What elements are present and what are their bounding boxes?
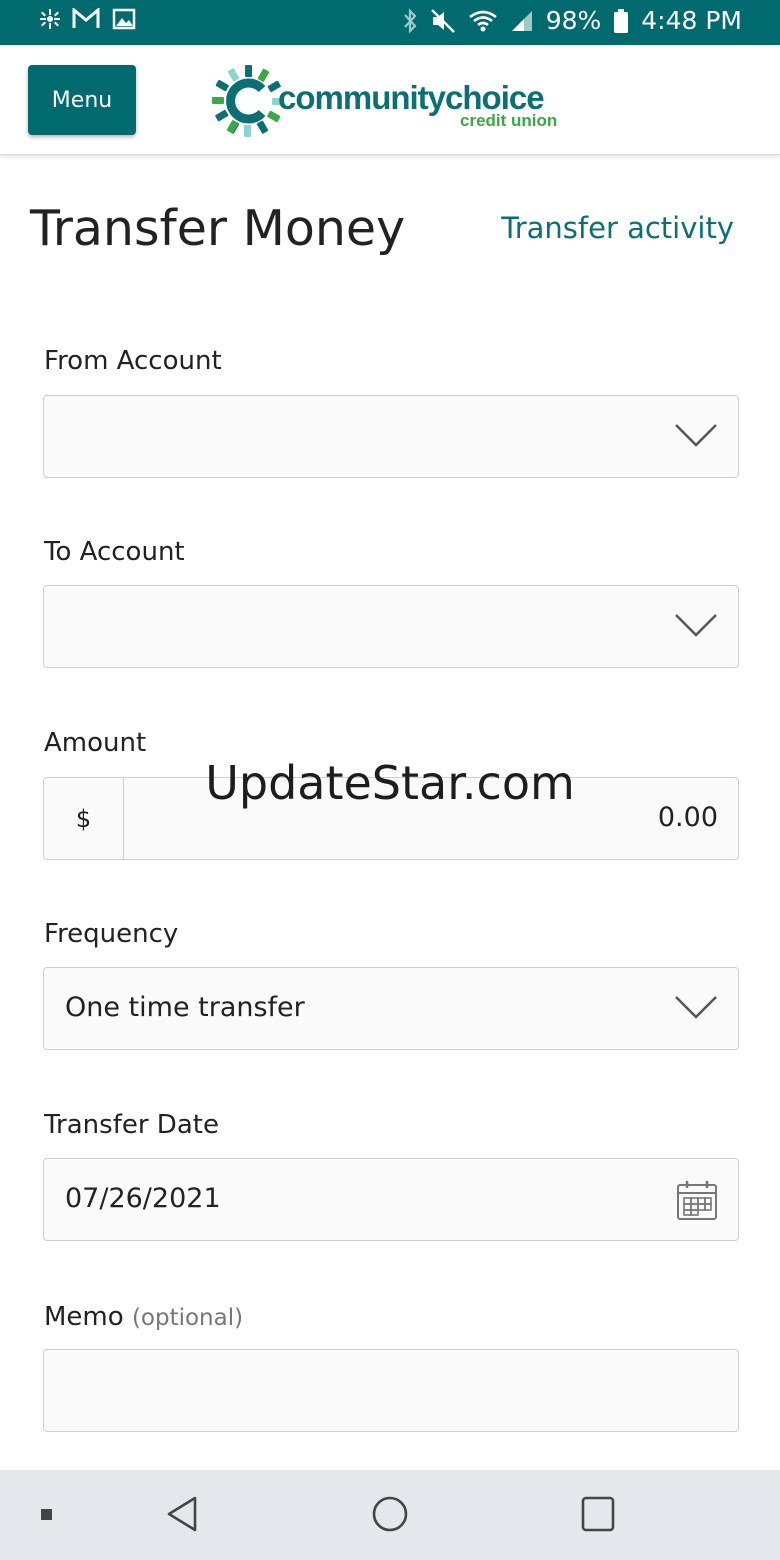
wifi-icon <box>468 9 498 33</box>
frequency-select[interactable]: One time transfer <box>43 967 739 1050</box>
recents-dot-icon[interactable] <box>40 1508 54 1522</box>
memo-input[interactable] <box>43 1349 739 1432</box>
pinwheel-icon <box>40 9 60 29</box>
menu-button[interactable]: Menu <box>28 65 136 135</box>
frequency-value: One time transfer <box>65 992 305 1023</box>
transfer-activity-link[interactable]: Transfer activity <box>501 211 734 245</box>
memo-label-text: Memo <box>44 1302 124 1332</box>
chevron-down-icon <box>675 424 717 447</box>
calendar-icon[interactable] <box>676 1179 718 1221</box>
from-account-select[interactable] <box>43 395 739 478</box>
chevron-down-icon <box>675 996 717 1019</box>
amount-label: Amount <box>44 728 147 758</box>
overview-icon[interactable] <box>580 1495 616 1533</box>
system-nav-bar <box>0 1470 780 1560</box>
transfer-date-value: 07/26/2021 <box>65 1183 221 1214</box>
gmail-icon <box>72 8 100 30</box>
watermark: UpdateStar.com <box>205 756 575 810</box>
status-bar: 98% 4:48 PM <box>0 0 780 45</box>
transfer-date-input[interactable]: 07/26/2021 <box>43 1158 739 1241</box>
home-icon[interactable] <box>371 1495 409 1533</box>
logo-mark-icon <box>212 65 284 137</box>
from-account-label: From Account <box>44 346 222 376</box>
page-title: Transfer Money <box>30 200 406 257</box>
signal-icon <box>510 9 534 33</box>
status-time: 4:48 PM <box>641 6 742 35</box>
to-account-label: To Account <box>44 537 185 567</box>
memo-label: Memo (optional) <box>44 1302 243 1332</box>
back-icon[interactable] <box>165 1495 199 1533</box>
chevron-down-icon <box>675 614 717 637</box>
mute-icon <box>430 8 456 34</box>
app-header: Menu communitychoice credit union <box>0 45 780 155</box>
frequency-label: Frequency <box>44 919 179 949</box>
bluetooth-icon <box>402 7 418 34</box>
memo-optional-hint: (optional) <box>131 1305 244 1331</box>
battery-icon <box>613 8 629 34</box>
image-icon <box>112 8 136 30</box>
to-account-select[interactable] <box>43 585 739 668</box>
status-bar-right: 98% 4:48 PM <box>402 6 742 35</box>
battery-percent: 98% <box>545 6 602 35</box>
logo-text-sub: credit union <box>460 111 558 130</box>
status-bar-left <box>40 8 136 30</box>
community-choice-logo[interactable]: communitychoice credit union <box>212 61 572 141</box>
transfer-date-label: Transfer Date <box>44 1110 219 1140</box>
